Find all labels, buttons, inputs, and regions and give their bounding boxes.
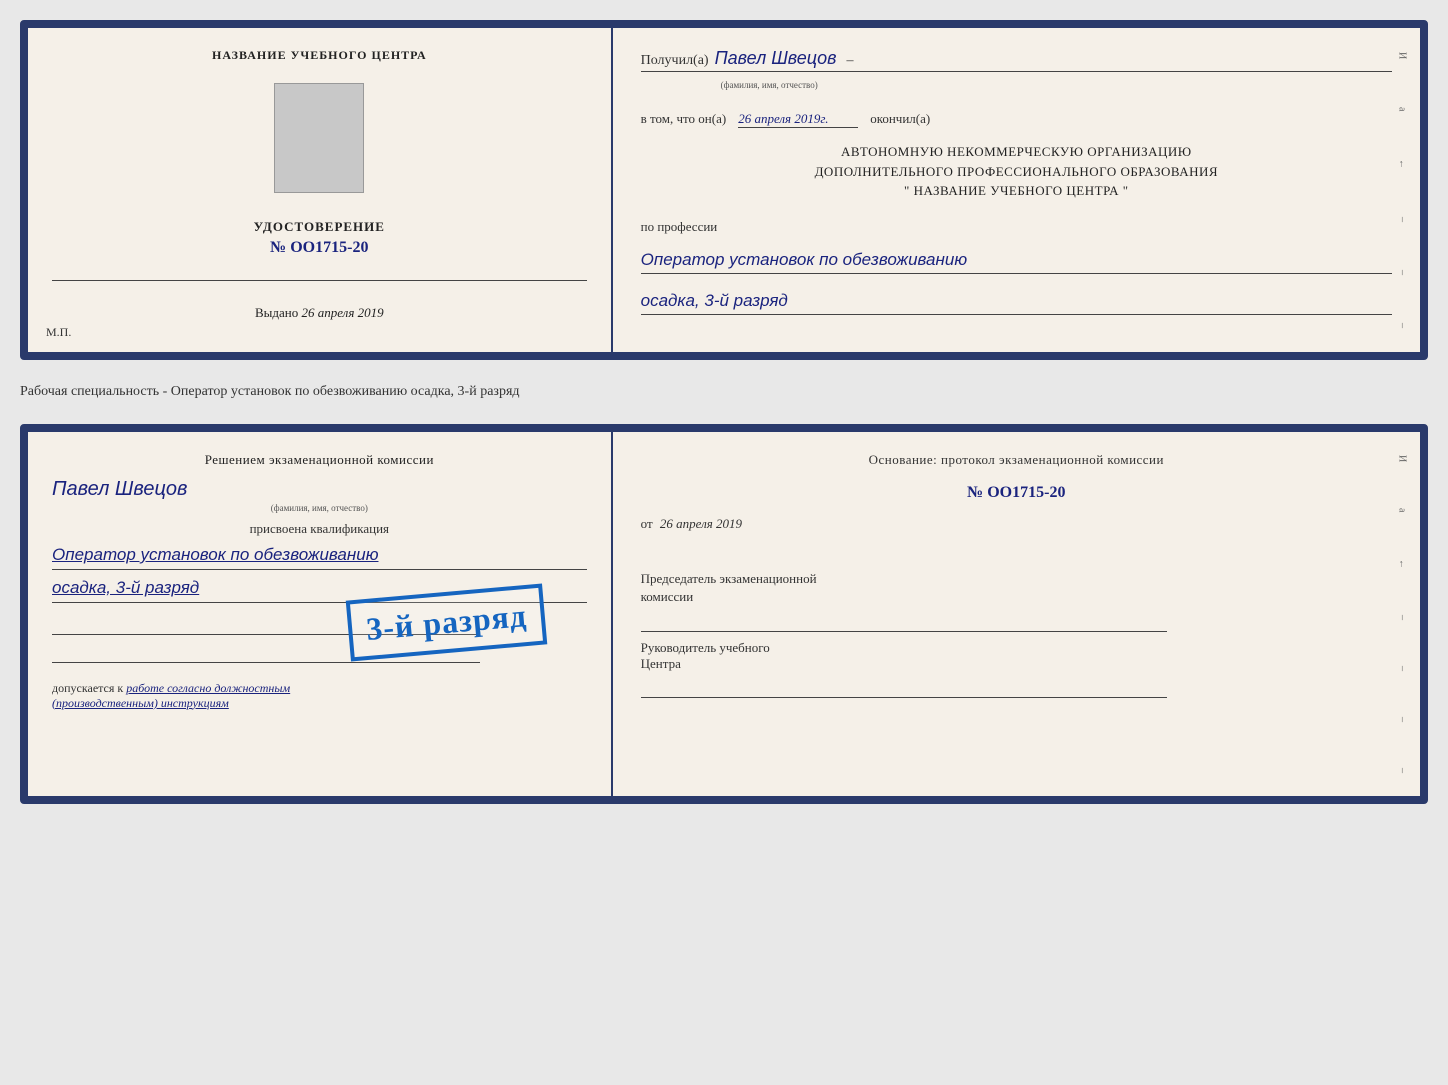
deco-dash4: – bbox=[1396, 615, 1407, 620]
from-date-row: от 26 апреля 2019 bbox=[641, 516, 1392, 532]
page-wrapper: НАЗВАНИЕ УЧЕБНОГО ЦЕНТРА УДОСТОВЕРЕНИЕ №… bbox=[20, 20, 1428, 804]
org-block: АВТОНОМНУЮ НЕКОММЕРЧЕСКУЮ ОРГАНИЗАЦИЮ ДО… bbox=[641, 142, 1392, 201]
sign-line-left bbox=[52, 261, 587, 281]
deco-arrow: ← bbox=[1397, 159, 1408, 169]
decision-title: Решением экзаменационной комиссии bbox=[52, 452, 587, 468]
assigned-label: присвоена квалификация bbox=[52, 521, 587, 537]
in-that-row: в том, что он(а) 26 апреля 2019г. окончи… bbox=[641, 110, 1392, 128]
deco-a2: а bbox=[1396, 508, 1407, 512]
name-subtext-top: (фамилия, имя, отчество) bbox=[721, 80, 1392, 90]
right-edge-deco-bottom: И а ← – – – – bbox=[1394, 432, 1410, 796]
received-name: Павел Швецов bbox=[715, 48, 837, 69]
head-label-text: Руководитель учебного bbox=[641, 640, 770, 655]
deco-dash3: – bbox=[1397, 323, 1408, 328]
in-that-prefix: в том, что он(а) bbox=[641, 111, 727, 126]
document-card-top: НАЗВАНИЕ УЧЕБНОГО ЦЕНТРА УДОСТОВЕРЕНИЕ №… bbox=[20, 20, 1428, 360]
cert-label: УДОСТОВЕРЕНИЕ bbox=[254, 219, 385, 235]
допускается-val: работе согласно должностным bbox=[126, 681, 290, 695]
profession-value: Оператор установок по обезвоживанию bbox=[641, 249, 1392, 274]
right-edge-deco-top: И а ← – – – bbox=[1394, 28, 1410, 352]
received-row: Получил(а) Павел Швецов – bbox=[641, 48, 1392, 72]
deco-dash5: – bbox=[1396, 666, 1407, 671]
issued-date: 26 апреля 2019 bbox=[301, 305, 383, 320]
cert-number: № OO1715-20 bbox=[270, 239, 368, 257]
qualification-val1: Оператор установок по обезвоживанию bbox=[52, 543, 587, 570]
head-label2-text: Центра bbox=[641, 656, 681, 671]
finished-label: окончил(а) bbox=[870, 111, 930, 126]
org-line2: ДОПОЛНИТЕЛЬНОГО ПРОФЕССИОНАЛЬНОГО ОБРАЗО… bbox=[641, 162, 1392, 182]
photo-placeholder bbox=[274, 83, 364, 193]
doc-right-top: Получил(а) Павел Швецов – (фамилия, имя,… bbox=[613, 28, 1420, 352]
head-label: Руководитель учебного Центра bbox=[641, 640, 1392, 672]
deco-dash2: – bbox=[1397, 270, 1408, 275]
received-prefix: Получил(а) bbox=[641, 53, 709, 69]
in-that-date: 26 апреля 2019г. bbox=[738, 111, 858, 128]
center-title-top: НАЗВАНИЕ УЧЕБНОГО ЦЕНТРА bbox=[212, 48, 427, 63]
chairman-label-text: Председатель экзаменационной bbox=[641, 571, 817, 586]
deco-arrow2: ← bbox=[1396, 559, 1407, 569]
mp-label: М.П. bbox=[46, 325, 71, 340]
from-prefix: от bbox=[641, 516, 653, 531]
org-line3: " НАЗВАНИЕ УЧЕБНОГО ЦЕНТРА " bbox=[641, 181, 1392, 201]
issued-line: Выдано 26 апреля 2019 bbox=[255, 305, 384, 321]
document-card-bottom: Решением экзаменационной комиссии Павел … bbox=[20, 424, 1428, 804]
name-subtext-bottom: (фамилия, имя, отчество) bbox=[52, 503, 587, 513]
org-line1: АВТОНОМНУЮ НЕКОММЕРЧЕСКУЮ ОРГАНИЗАЦИЮ bbox=[641, 142, 1392, 162]
dash-top: – bbox=[847, 53, 854, 69]
person-name-big: Павел Швецов bbox=[52, 478, 587, 501]
sign-block-right: Председатель экзаменационной комиссии Ру… bbox=[641, 558, 1392, 704]
basis-title: Основание: протокол экзаменационной коми… bbox=[641, 452, 1392, 468]
protocol-number: № OO1715-20 bbox=[641, 484, 1392, 502]
doc2-right: Основание: протокол экзаменационной коми… bbox=[613, 432, 1420, 796]
допускается-label: допускается к работе согласно должностны… bbox=[52, 681, 587, 711]
head-sign-line bbox=[641, 676, 1167, 698]
profession-label: по профессии bbox=[641, 219, 1392, 235]
deco-dash7: – bbox=[1396, 768, 1407, 773]
допускается-val2: (производственным) инструкциям bbox=[52, 696, 229, 710]
deco-dash6: – bbox=[1396, 717, 1407, 722]
profession-value2: осадка, 3-й разряд bbox=[641, 290, 1392, 315]
deco-и: И bbox=[1397, 52, 1408, 59]
chairman-label2-text: комиссии bbox=[641, 589, 694, 604]
chairman-sign-line bbox=[641, 610, 1167, 632]
chairman-label: Председатель экзаменационной комиссии bbox=[641, 570, 1392, 606]
from-date-val: 26 апреля 2019 bbox=[660, 516, 742, 531]
deco-dash1: – bbox=[1397, 217, 1408, 222]
doc-left-top: НАЗВАНИЕ УЧЕБНОГО ЦЕНТРА УДОСТОВЕРЕНИЕ №… bbox=[28, 28, 613, 352]
допускается-prefix: допускается к bbox=[52, 681, 123, 695]
deco-и2: И bbox=[1396, 455, 1407, 462]
issued-prefix: Выдано bbox=[255, 305, 298, 320]
separator-text: Рабочая специальность - Оператор установ… bbox=[20, 378, 1428, 406]
deco-a: а bbox=[1397, 107, 1408, 111]
